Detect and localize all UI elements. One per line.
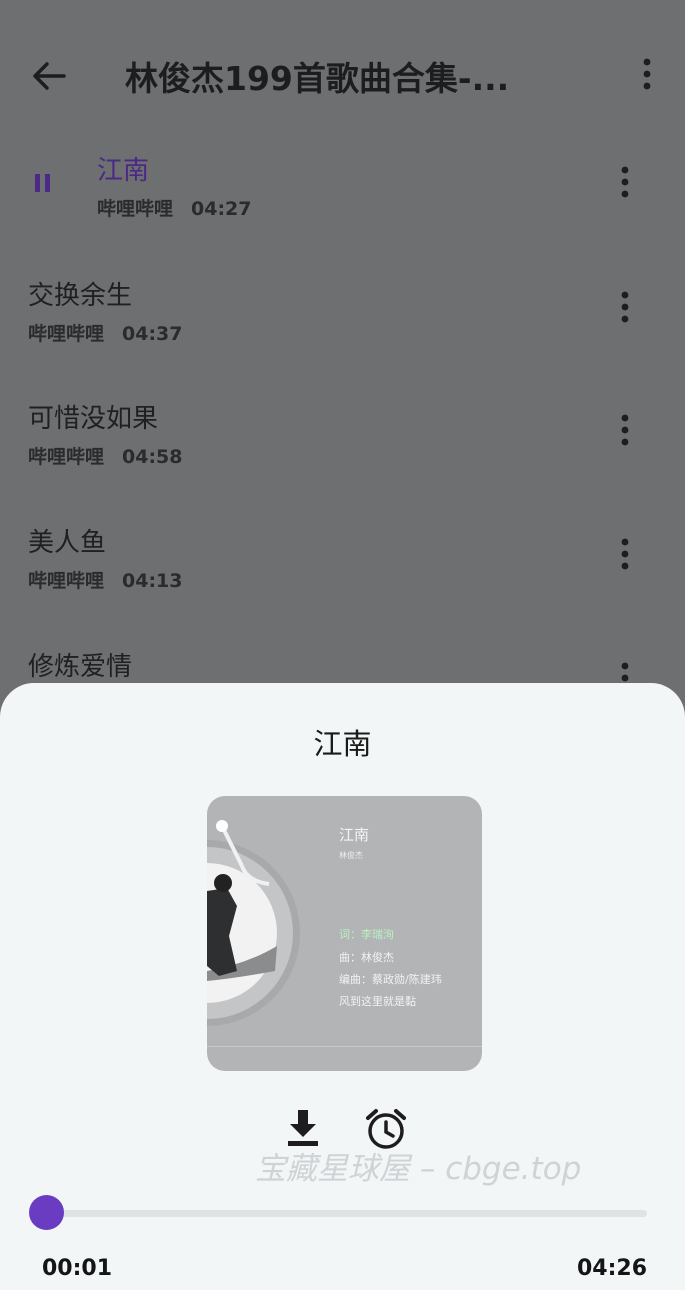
app-bar: 林俊杰199首歌曲合集-... [0, 0, 685, 150]
cover-lyric-line: 风到这里就是黏 [339, 995, 416, 1008]
song-name: 江南 [97, 156, 150, 186]
more-vert-icon[interactable] [610, 164, 640, 200]
song-name: 交换余生 [28, 281, 133, 311]
song-duration: 04:13 [122, 570, 183, 592]
song-source: 哔哩哔哩 [28, 570, 105, 592]
song-name: 修炼爱情 [28, 652, 133, 682]
song-name: 可惜没如果 [28, 404, 159, 434]
cover-divider [207, 1046, 482, 1047]
song-meta: 哔哩哔哩 04:37 [28, 319, 183, 346]
elapsed-time: 00:01 [42, 1256, 113, 1281]
song-name: 美人鱼 [28, 528, 107, 558]
more-vert-icon[interactable] [610, 536, 640, 572]
seek-bar-track[interactable] [40, 1210, 647, 1217]
cover-lyric-line: 词：李瑞洵 [339, 928, 394, 941]
cover-artist: 林俊杰 [339, 851, 363, 860]
seek-bar-thumb[interactable] [29, 1195, 65, 1230]
playlist-title: 林俊杰199首歌曲合集-... [125, 59, 510, 98]
song-item[interactable]: 江南 哔哩哔哩 04:27 [0, 150, 685, 260]
download-icon[interactable] [286, 1108, 320, 1148]
song-meta: 哔哩哔哩 04:13 [28, 566, 183, 593]
song-duration: 04:27 [191, 198, 252, 220]
cover-lyric-line: 曲：林俊杰 [339, 951, 394, 964]
more-vert-icon[interactable] [610, 289, 640, 325]
now-playing-title: 江南 [313, 727, 372, 761]
song-duration: 04:37 [122, 323, 183, 345]
more-vert-icon[interactable] [632, 56, 662, 92]
song-meta: 哔哩哔哩 04:58 [28, 442, 183, 469]
pause-icon[interactable] [33, 172, 53, 194]
more-vert-icon[interactable] [610, 412, 640, 448]
cover-lyric-line: 编曲：蔡政勋/陈建玮 [339, 973, 442, 986]
song-item[interactable]: 交换余生 哔哩哔哩 04:37 [0, 275, 685, 385]
song-source: 哔哩哔哩 [28, 323, 105, 345]
album-cover: 江南 林俊杰 词：李瑞洵 曲：林俊杰 编曲：蔡政勋/陈建玮 风到这里就是黏 [207, 796, 482, 1071]
total-time: 04:26 [576, 1256, 647, 1281]
player-bottom-sheet: 江南 江南 林俊杰 词：李瑞洵 曲：林俊杰 编曲：蔡政勋/陈建玮 风到这里就是黏 [0, 683, 685, 1290]
song-meta: 哔哩哔哩 04:27 [97, 194, 252, 221]
song-duration: 04:58 [122, 446, 183, 468]
song-item[interactable]: 美人鱼 哔哩哔哩 04:13 [0, 522, 685, 632]
cover-song-title: 江南 [339, 826, 370, 844]
song-item[interactable]: 可惜没如果 哔哩哔哩 04:58 [0, 398, 685, 508]
watermark-text: 宝藏星球屋 – cbge.top [255, 1151, 582, 1187]
song-source: 哔哩哔哩 [28, 446, 105, 468]
song-source: 哔哩哔哩 [97, 198, 174, 220]
back-arrow-icon[interactable] [28, 55, 70, 97]
